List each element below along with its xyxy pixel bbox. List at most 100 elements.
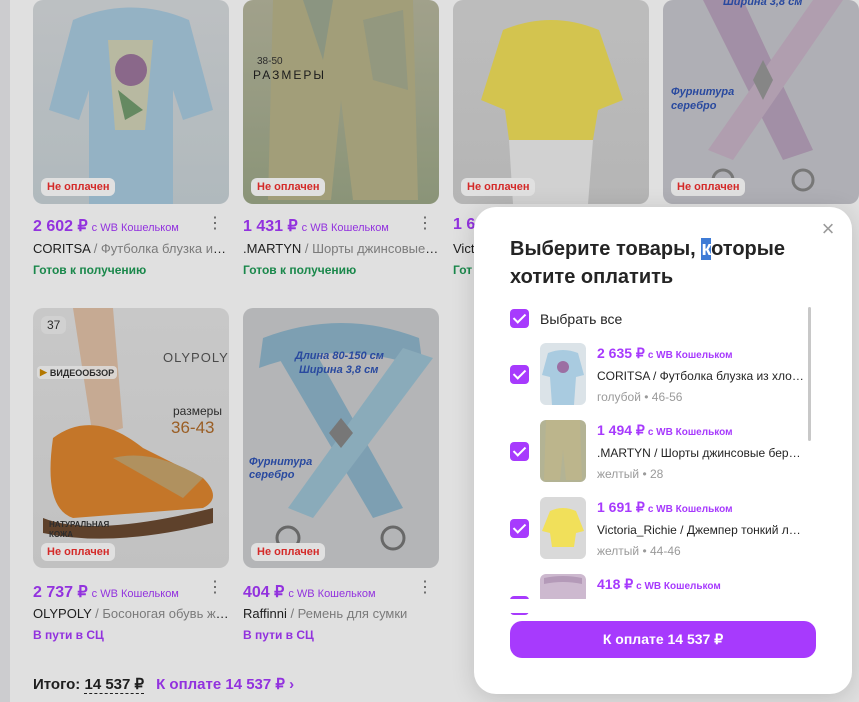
price-row: 404 ₽ с WB Кошельком — [243, 582, 376, 602]
wallet-note: с WB Кошельком — [91, 588, 179, 600]
order-total: Итого: 14 537 ₽ К оплате 14 537 ₽ › — [33, 675, 294, 694]
order-status: В пути в СЦ — [33, 628, 104, 642]
brand-name: CORITSA — [33, 241, 91, 256]
product-card[interactable]: 37 ▶ ВИДЕООБЗОР OLYPOLY размеры 36-43 НАТ… — [33, 308, 229, 648]
unpaid-badge: Не оплачен — [251, 543, 326, 561]
product-image[interactable]: 38-50 РАЗМЕРЫ Не оплачен — [243, 0, 439, 204]
modal-title: Выберите товары, которые хотите оплатить — [510, 235, 820, 291]
brand-name: Raffinni — [243, 606, 287, 621]
item-photo-shorts — [544, 420, 582, 480]
item-title: Victoria_Richie / Джемпер тонкий летний — [597, 523, 807, 537]
product-image[interactable]: 37 ▶ ВИДЕООБЗОР OLYPOLY размеры 36-43 НАТ… — [33, 308, 229, 568]
total-label: Итого: — [33, 676, 81, 693]
product-card[interactable]: 38-50 РАЗМЕРЫ Не оплачен 1 431 ₽ с WB Ко… — [243, 0, 439, 290]
price: 404 ₽ — [243, 584, 285, 601]
hardware-caption-2: серебро — [249, 469, 295, 481]
title-selected-letter: к — [701, 238, 712, 260]
price-row: 2 737 ₽ с WB Кошельком — [33, 582, 179, 602]
product-name: / Ремень для сумки — [286, 606, 408, 621]
brand-name: .MARTYN — [243, 241, 302, 256]
product-card[interactable]: Не оплачен 2 602 ₽ с WB Кошельком ⋮ CORI… — [33, 0, 229, 290]
product-title[interactable]: OLYPOLY / Босоногая обувь женская — [33, 606, 229, 621]
unpaid-badge: Не оплачен — [41, 543, 116, 561]
product-image[interactable]: Не оплачен — [33, 0, 229, 204]
hardware-caption-2: серебро — [671, 100, 717, 112]
item-price-row: 2 635 ₽ с WB Кошельком — [597, 345, 732, 362]
video-review-label: ВИДЕООБЗОР — [49, 367, 115, 378]
item-price-row: 1 691 ₽ с WB Кошельком — [597, 499, 732, 516]
product-name: / Босоногая обувь женская — [95, 606, 229, 621]
hardware-caption: Фурнитура — [249, 456, 313, 468]
item-price-row: 1 494 ₽ с WB Кошельком — [597, 422, 732, 439]
pay-link[interactable]: К оплате 14 537 ₽ › — [156, 675, 294, 693]
product-photo-strap — [259, 323, 433, 551]
close-icon[interactable]: × — [818, 218, 838, 240]
unpaid-badge: Не оплачен — [671, 178, 746, 196]
more-options-icon[interactable]: ⋮ — [417, 580, 433, 596]
brand-name: OLYPOLY — [33, 606, 92, 621]
product-image[interactable]: Не оплачен — [453, 0, 649, 204]
price: 2 602 ₽ — [33, 218, 88, 235]
product-photo-blouse — [49, 7, 213, 204]
sizes-caption: 38-50 — [257, 56, 283, 67]
item-meta: голубой • 46-56 — [597, 390, 683, 404]
item-meta: желтый • 44-46 — [597, 544, 681, 558]
item-checkbox[interactable] — [510, 519, 529, 538]
sizes-caption-word: РАЗМЕРЫ — [253, 68, 326, 82]
product-title[interactable]: CORITSA / Футболка блузка из хлопка — [33, 241, 229, 256]
brand-logo-text: OLYPOLY — [163, 350, 229, 365]
leather-label: НАТУРАЛЬНАЯ КОЖА — [49, 520, 110, 539]
item-photo-jumper — [542, 508, 584, 547]
item-checkbox[interactable] — [510, 442, 529, 461]
item-title: .MARTYN / Шорты джинсовые бермуды — [597, 446, 807, 460]
unpaid-badge: Не оплачен — [251, 178, 326, 196]
product-name: / Футболка блузка из хлопка — [93, 241, 229, 256]
wallet-note: с WB Кошельком — [288, 588, 376, 600]
product-title[interactable]: .MARTYN / Шорты джинсовые бермуды — [243, 241, 439, 256]
more-options-icon[interactable]: ⋮ — [207, 216, 223, 232]
wallet-note: с WB Кошельком — [91, 222, 179, 234]
title-part-1: Выберите товары, — [510, 238, 702, 260]
wallet-note: с WB Кошельком — [301, 222, 389, 234]
item-thumbnail — [540, 497, 586, 559]
unpaid-badge: Не оплачен — [41, 178, 116, 196]
total-sum[interactable]: 14 537 ₽ — [84, 676, 145, 694]
photo-count-badge: 37 — [41, 316, 67, 334]
item-title: CORITSA / Футболка блузка из хлопка — [597, 369, 807, 383]
item-wallet-note: с WB Кошельком — [636, 581, 721, 592]
more-options-icon[interactable]: ⋮ — [207, 580, 223, 596]
item-price: 1 494 ₽ — [597, 422, 645, 438]
select-all-label[interactable]: Выбрать все — [540, 311, 622, 327]
order-status: В пути в СЦ — [243, 628, 314, 642]
price-row: 1 431 ₽ с WB Кошельком — [243, 216, 389, 236]
brand-name: Vict — [453, 241, 475, 256]
list-clip — [504, 599, 824, 613]
item-price: 2 635 ₽ — [597, 345, 645, 361]
item-checkbox[interactable] — [510, 365, 529, 384]
price: 1 6 — [453, 216, 476, 233]
sizes-range: 36-43 — [171, 418, 215, 437]
list-scrollbar[interactable] — [808, 307, 811, 441]
pay-button[interactable]: К оплате 14 537 ₽ — [510, 621, 816, 658]
item-thumbnail — [540, 343, 586, 405]
strap-width-caption: Ширина 3,8 см — [299, 364, 379, 376]
item-wallet-note: с WB Кошельком — [647, 427, 733, 438]
video-review-badge[interactable]: ▶ ВИДЕООБЗОР — [37, 366, 118, 379]
item-meta: желтый • 28 — [597, 467, 664, 481]
item-price: 418 ₽ — [597, 576, 634, 592]
price: 2 737 ₽ — [33, 584, 88, 601]
strap-width-caption: Ширина 3,8 см — [723, 0, 803, 8]
order-status: Готов к получению — [33, 263, 147, 277]
more-options-icon[interactable]: ⋮ — [417, 216, 433, 232]
payment-selection-modal: × Выберите товары, которые хотите оплати… — [474, 207, 852, 694]
item-wallet-note: с WB Кошельком — [647, 350, 733, 361]
product-title[interactable]: Raffinni / Ремень для сумки — [243, 606, 439, 621]
select-all-checkbox[interactable] — [510, 309, 529, 328]
product-photo-shorts — [268, 0, 418, 200]
strap-length-caption: Длина 80-150 см — [295, 350, 384, 362]
item-thumbnail — [540, 420, 586, 482]
product-card[interactable]: Длина 80-150 см Ширина 3,8 см Фурнитура … — [243, 308, 439, 648]
product-name: / Шорты джинсовые бермуды — [304, 241, 439, 256]
product-image[interactable]: Ширина 3,8 см Фурнитура серебро Не оплач… — [663, 0, 859, 204]
product-image[interactable]: Длина 80-150 см Ширина 3,8 см Фурнитура … — [243, 308, 439, 568]
